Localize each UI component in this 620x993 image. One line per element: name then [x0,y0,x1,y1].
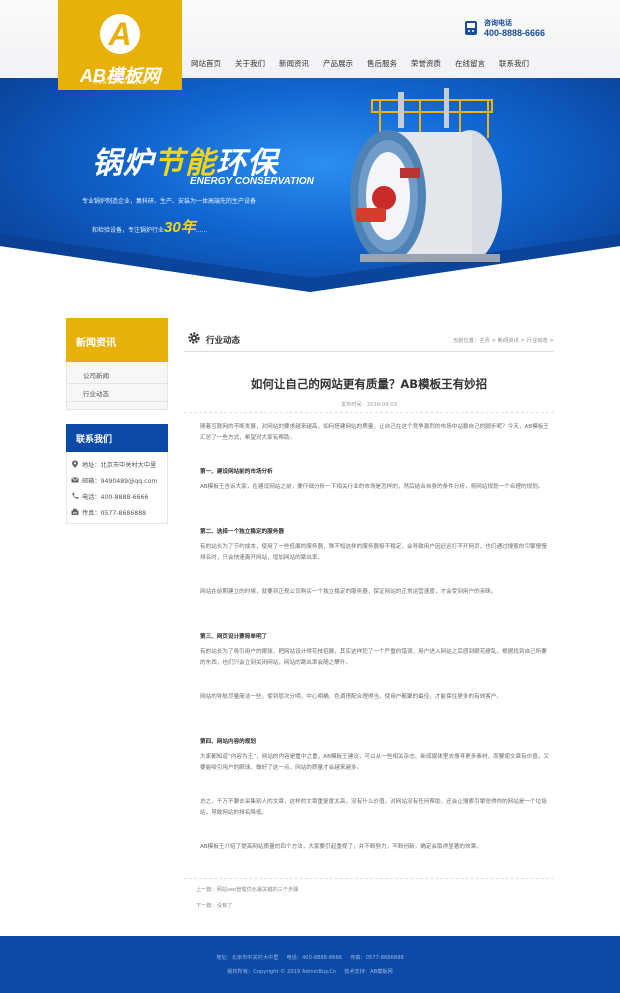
article-meta: 发布时间：2019-09-03 [340,402,398,408]
article-paragraph: 有的站长为了节约成本，使用了一些低廉的服务器，殊不知这样的服务器极不稳定，会导致… [200,544,547,562]
nav-contact[interactable]: 联系我们 [499,56,529,74]
next-article-link[interactable]: 下一篇：没有了 [196,902,232,909]
mail-icon [71,477,79,483]
article-paragraph: 网站的导航尽量简洁一些，使到层次分明、中心明确、色调搭配合理得当，使用户都聚的最… [200,694,503,700]
location-icon [72,460,78,468]
fax-icon [71,508,79,515]
site-footer: 地址：北京市中关村大中里 电话：400-8888-6666 传真：0577-8686… [0,936,620,993]
main-nav: 网站首页 关于我们 新闻资讯 产品展示 售后服务 荣誉资质 在线留言 联系我们 [184,56,536,74]
sidebar-news-list: 公司新闻 行业动态 [66,362,168,410]
divider [184,412,554,413]
sidebar-item-company-news[interactable]: 公司新闻 [67,368,167,384]
breadcrumb[interactable]: 当前位置：主页 > 新闻资讯 > 行业动态 > [453,336,554,344]
gear-icon [188,332,200,344]
hotline-number: 400-8888-6666 [484,28,546,38]
phone-icon [72,492,79,499]
contact-email: 邮箱：9490489@qq.com [71,476,157,488]
logo-mark: A [100,14,140,54]
contact-address: 地址：北京市中关村大中里 [71,460,156,472]
article-title: 如何让自己的网站更有质量？AB模板王有妙招 [250,377,488,391]
article-heading: 第一、建设网站前的市场分析 [200,469,273,475]
banner-subtitle-en: ENERGY CONSERVATION [190,176,314,187]
article-paragraph: AB模板王介绍了提高网站质量的四个方法，大家要引起重视了，并不断努力，不断创新，… [200,844,482,850]
sidebar-contact-box: 地址：北京市中关村大中里 邮箱：9490489@qq.com 电话：400-88… [66,452,168,524]
article-heading: 第四、网站内容的规划 [200,739,256,745]
article-heading: 第三、网页设计要简单明了 [200,634,268,640]
contact-fax: 传真：0577-8686888 [71,508,146,520]
nav-home[interactable]: 网站首页 [191,56,221,74]
contact-phone: 电话：400-8888-6666 [71,492,148,504]
hotline-label: 咨询电话 [484,19,512,27]
article-paragraph: 总之，千万不要去采集别人的文章，这样的文章重复度太高，没有什么价值，对网站没有任… [200,799,547,817]
sidebar-item-industry-news[interactable]: 行业动态 [67,386,167,402]
logo[interactable]: A AB模板网 Www.AdminBuy.Cn [58,0,182,90]
content-header: 行业动态 当前位置：主页 > 新闻资讯 > 行业动态 > [184,326,554,352]
nav-products[interactable]: 产品展示 [323,56,353,74]
footer-copyright-line: 版权所有：Copyright © 2019 AdminBuy.Cn 技术支持：AB… [227,969,393,975]
prev-article-link[interactable]: 上一篇：网站seo管理优化最关键的三个步骤 [196,886,298,893]
nav-service[interactable]: 售后服务 [367,56,397,74]
sidebar-contact-heading: 联系我们 [66,424,168,452]
section-title: 行业动态 [206,336,241,346]
article-paragraph: AB模板王告诉大家，在建设网站之前，要仔细分析一下相关行业的市场是怎样的，然后结… [200,484,544,490]
article-heading: 第二、选择一个独立稳定的服务器 [200,529,284,535]
hero-banner: 锅炉节能环保 ENERGY CONSERVATION 专业锅炉制造企业，集科研、… [0,78,620,292]
banner-line-1: 专业锅炉制造企业，集科研、生产、安装为一体高端先的生产设备 [82,198,257,205]
nav-news[interactable]: 新闻资讯 [279,56,309,74]
nav-about[interactable]: 关于我们 [235,56,265,74]
banner-line-2: 和检验设备，专注锅炉行业30年...... [92,219,208,236]
article-paragraph: 网站在前期建立的时候，就要到正规公司购买一个独立稳定的服务器，保证网站的正常运营… [200,589,497,595]
site-header: A AB模板网 Www.AdminBuy.Cn 咨询电话 400-8888-66… [0,0,620,90]
sidebar-news-heading: 新闻资讯 [66,318,168,362]
logo-tagline: Www.AdminBuy.Cn [92,80,148,86]
divider [184,878,554,879]
hotline-phone-icon [465,21,477,35]
article-paragraph: 随着互联网的不断发展，对网站的要求越来越高，如何搭建网站的质量，让自己在这个竞争… [200,424,549,442]
nav-message[interactable]: 在线留言 [455,56,485,74]
footer-contact-line: 地址：北京市中关村大中里 电话：400-8888-6666 传真：0577-8686… [216,955,404,961]
article-paragraph: 有的站长为了吸引用户的眼球，把网站设计得花枝招展，其实这样犯了一个严重的错误，用… [200,649,547,667]
nav-honors[interactable]: 荣誉资质 [411,56,441,74]
article-paragraph: 大家都知道“内容为王”，网站的内容是重中之重，AB模板王建议，可以从一些相关杂志… [200,754,550,772]
boiler-image [350,88,502,262]
